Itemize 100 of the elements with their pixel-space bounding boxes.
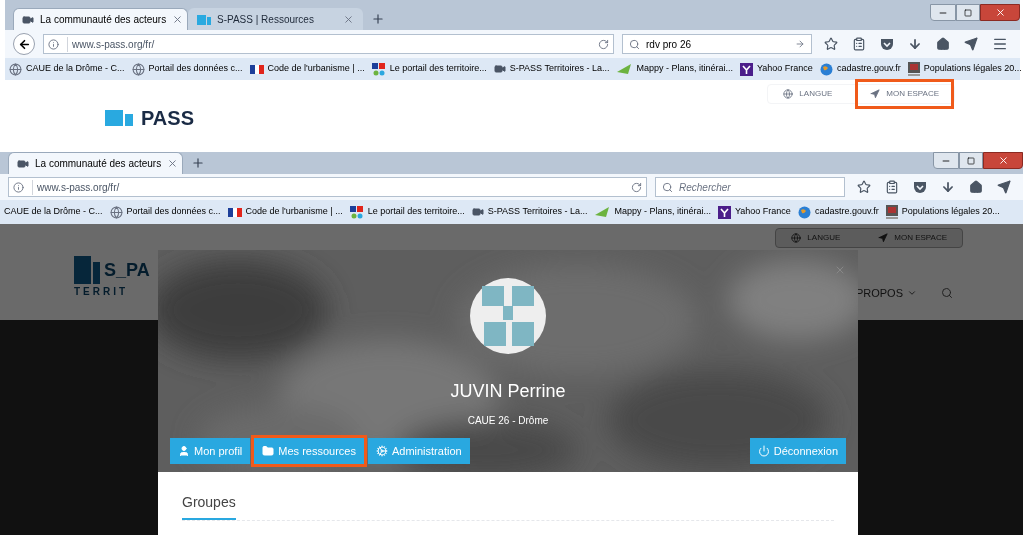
bookmark[interactable]: Code de l'urbanisme | ...	[227, 205, 343, 219]
logo-icon	[74, 256, 100, 284]
camera-icon	[17, 157, 29, 170]
new-tab-icon[interactable]	[191, 156, 205, 170]
bookmark[interactable]: Populations légales 20...	[885, 205, 1000, 219]
user-name: JUVIN Perrine	[450, 380, 566, 403]
search-icon	[629, 38, 640, 50]
home-icon[interactable]	[969, 180, 983, 194]
bookmark[interactable]: Portail des données c...	[109, 205, 221, 219]
section-heading: Groupes	[182, 492, 236, 520]
navigation-icon	[870, 89, 881, 99]
address-bar[interactable]: www.s-pass.org/fr/	[8, 177, 647, 197]
minimize-button[interactable]	[930, 4, 956, 21]
close-icon	[997, 155, 1009, 166]
tab-title: S-PASS | Ressources	[217, 13, 315, 27]
camera-icon	[22, 13, 34, 26]
earth-icon	[819, 62, 833, 76]
reading-list-icon[interactable]	[885, 180, 899, 194]
url-text: www.s-pass.org/fr/	[67, 36, 155, 52]
tab-title: La communauté des acteurs	[40, 13, 167, 27]
logo-text: S_PA	[104, 261, 150, 279]
close-button[interactable]	[983, 152, 1023, 169]
bookmark[interactable]: Yahoo France	[740, 62, 813, 76]
folder-icon	[262, 445, 275, 457]
back-button[interactable]	[13, 33, 35, 55]
close-icon	[994, 7, 1006, 18]
maximize-button[interactable]	[956, 4, 980, 21]
logo-text: PASS	[141, 108, 194, 128]
bookmark[interactable]: Mappy - Plans, itinérai...	[594, 205, 711, 219]
globe-icon	[109, 205, 123, 219]
flag-icon	[227, 207, 242, 217]
send-icon[interactable]	[964, 37, 978, 51]
menu-link[interactable]: LANGUE	[768, 79, 848, 109]
pocket-icon[interactable]	[880, 37, 894, 51]
bookmark[interactable]: S-PASS Territoires - La...	[471, 205, 588, 219]
address-bar[interactable]: www.s-pass.org/fr/	[43, 34, 614, 54]
star-icon[interactable]	[824, 37, 838, 51]
organization: CAUE 26 - Drôme	[467, 414, 549, 428]
gears-icon	[375, 445, 388, 457]
browser-tab[interactable]: S-PASS | Ressources	[188, 8, 363, 30]
logo-icon	[105, 110, 133, 126]
maximize-icon	[967, 156, 975, 165]
search-field[interactable]: Rechercher	[655, 177, 845, 197]
bookmark[interactable]: Populations légales 20...	[907, 62, 1022, 76]
bookmark[interactable]: Le portail des territoire...	[371, 62, 487, 76]
logo-icon	[197, 14, 211, 25]
globe-icon	[783, 89, 794, 99]
send-icon[interactable]	[997, 180, 1011, 194]
camera-icon	[471, 206, 484, 218]
pocket-icon[interactable]	[913, 180, 927, 194]
arrow-icon[interactable]	[795, 39, 805, 49]
bookmark[interactable]: CAUE de la Drôme - C...	[9, 62, 125, 76]
bookmark[interactable]: cadastre.gouv.fr	[819, 62, 901, 76]
leaf-icon	[616, 63, 633, 75]
earth-icon	[797, 205, 811, 219]
minimize-button[interactable]	[933, 152, 959, 169]
avatar-icon	[470, 278, 546, 354]
search-icon	[662, 181, 673, 193]
logo-subtitle: TERRIT	[74, 285, 130, 299]
reload-icon[interactable]	[598, 38, 609, 50]
bookmark[interactable]: S-PASS Territoires - La...	[493, 62, 610, 76]
globe-icon	[791, 233, 802, 243]
maximize-icon	[964, 8, 972, 17]
search-icon[interactable]	[941, 286, 953, 299]
bookmark[interactable]: Yahoo France	[718, 205, 791, 219]
bookmark[interactable]: Le portail des territoire...	[349, 205, 465, 219]
bookmark[interactable]: Mappy - Plans, itinérai...	[616, 62, 733, 76]
navigation-icon	[878, 233, 889, 243]
bookmark[interactable]: CAUE de la Drôme - C...	[4, 205, 103, 219]
download-icon[interactable]	[941, 180, 955, 194]
menu-icon[interactable]	[992, 36, 1008, 52]
close-icon[interactable]	[167, 158, 179, 169]
menu-link[interactable]: MON ESPACE	[855, 79, 954, 109]
document-icon	[885, 205, 898, 219]
info-icon	[48, 38, 59, 50]
browser-tab[interactable]: La communauté des acteurs	[8, 152, 183, 174]
flag-icon	[249, 64, 264, 74]
globe-icon	[9, 62, 22, 76]
reading-list-icon[interactable]	[852, 37, 866, 51]
bookmark[interactable]: cadastre.gouv.fr	[797, 205, 879, 219]
globe-icon	[131, 62, 145, 76]
power-icon	[757, 445, 770, 457]
download-icon[interactable]	[908, 37, 922, 51]
maximize-button[interactable]	[959, 152, 983, 169]
search-field[interactable]: rdv pro 26	[622, 34, 812, 54]
close-icon[interactable]	[343, 14, 354, 25]
browser-tab[interactable]: La communauté des acteurs	[13, 8, 188, 30]
new-tab-icon[interactable]	[371, 12, 385, 26]
close-icon[interactable]	[172, 14, 184, 25]
search-text: rdv pro 26	[646, 37, 693, 52]
camera-icon	[493, 63, 506, 75]
search-input[interactable]: Rechercher	[679, 179, 838, 195]
home-icon[interactable]	[936, 37, 950, 51]
reload-icon[interactable]	[631, 181, 642, 193]
bookmark[interactable]: Code de l'urbanisme | ...	[249, 62, 365, 76]
star-icon[interactable]	[857, 180, 871, 194]
user-icon	[178, 445, 190, 457]
bookmark[interactable]: Portail des données c...	[131, 62, 243, 76]
close-button[interactable]	[980, 4, 1020, 21]
back-icon	[17, 37, 31, 51]
